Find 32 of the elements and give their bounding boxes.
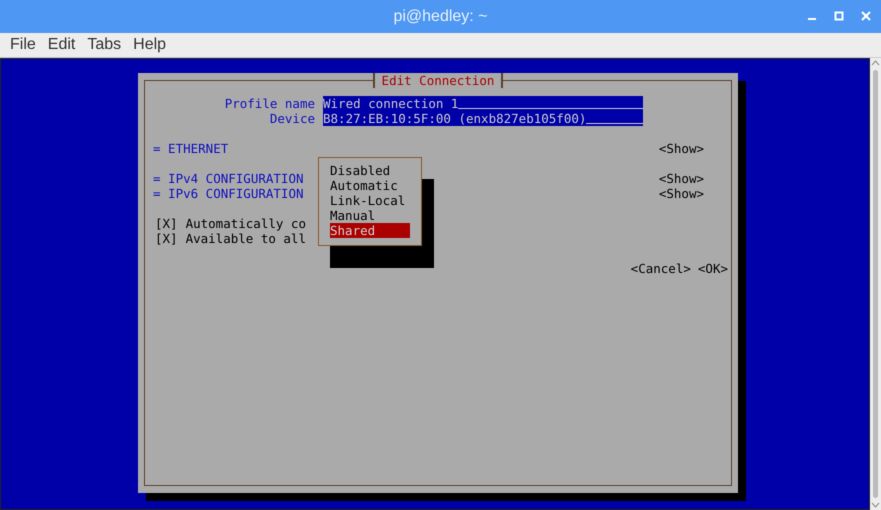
maximize-icon[interactable] [834,11,844,21]
dialog-title: Edit Connection [372,73,504,88]
field-label: Device [268,111,315,126]
menu-option[interactable]: Manual [330,208,410,223]
menu-option[interactable]: Automatic [330,178,410,193]
show-button[interactable]: <Show> [658,186,704,201]
field-label: Profile name [224,96,315,111]
checkbox[interactable]: [X] [155,231,178,246]
checkbox-label: Automatically co [186,216,306,231]
ok-button[interactable]: <OK> [698,261,728,276]
input-field[interactable]: B8:27:EB:10:5F:00 (enxb827eb105f00) [323,111,643,126]
section-label: = IPv4 CONFIGURATION [153,171,304,186]
menu-option[interactable]: Disabled [330,163,410,178]
section-label: = IPv6 CONFIGURATION [153,186,304,201]
menu-item[interactable]: Tabs [81,36,128,54]
show-button[interactable]: <Show> [658,141,704,156]
close-icon[interactable] [861,11,871,21]
checkbox[interactable]: [X] [155,216,178,231]
menu-option[interactable]: Link-Local [330,193,410,208]
scroll-up-icon[interactable] [870,58,881,68]
menu-item[interactable]: File [4,36,42,54]
show-button[interactable]: <Show> [658,171,704,186]
checkbox-label: Available to all [186,231,306,246]
window-title: pi@hedley: ~ [393,8,488,26]
menu-option[interactable]: Shared [330,223,410,238]
section-label: = ETHERNET [153,141,228,156]
menu-item[interactable]: Edit [42,36,82,54]
menu-item[interactable]: Help [127,36,172,54]
scroll-down-icon[interactable] [870,500,881,510]
input-field[interactable]: Wired connection 1 [323,96,643,111]
scroll-bar[interactable] [870,58,881,510]
cancel-button[interactable]: <Cancel> [630,261,691,276]
